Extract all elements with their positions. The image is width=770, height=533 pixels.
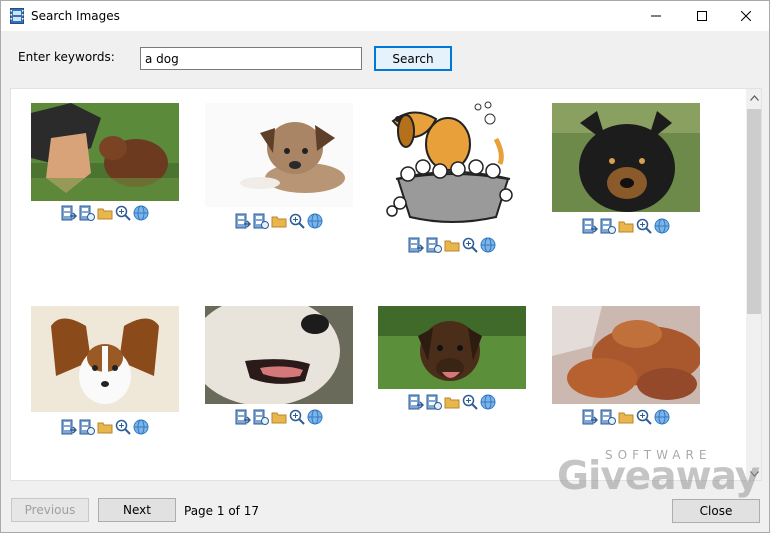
image-thumbnail[interactable] bbox=[205, 103, 353, 207]
keywords-label: Enter keywords: bbox=[18, 50, 115, 64]
save-copy-icon[interactable] bbox=[253, 213, 269, 229]
scroll-up-button[interactable] bbox=[746, 89, 761, 106]
save-copy-icon[interactable] bbox=[426, 237, 442, 253]
maximize-button[interactable] bbox=[679, 1, 725, 31]
results-panel bbox=[10, 88, 762, 481]
save-copy-icon[interactable] bbox=[426, 394, 442, 410]
zoom-icon[interactable] bbox=[115, 205, 131, 221]
zoom-icon[interactable] bbox=[115, 419, 131, 435]
image-thumbnail[interactable] bbox=[552, 103, 700, 212]
page-indicator: Page 1 of 17 bbox=[184, 504, 259, 518]
image-actions bbox=[235, 409, 323, 425]
save-to-file-icon[interactable] bbox=[408, 237, 424, 253]
zoom-icon[interactable] bbox=[636, 218, 652, 234]
save-to-file-icon[interactable] bbox=[61, 419, 77, 435]
close-button[interactable]: Close bbox=[672, 499, 760, 523]
open-folder-icon[interactable] bbox=[444, 394, 460, 410]
open-folder-icon[interactable] bbox=[97, 419, 113, 435]
open-folder-icon[interactable] bbox=[618, 218, 634, 234]
scrollbar-thumb[interactable] bbox=[747, 109, 761, 314]
zoom-icon[interactable] bbox=[636, 409, 652, 425]
image-actions bbox=[61, 205, 149, 221]
save-to-file-icon[interactable] bbox=[582, 409, 598, 425]
dog-photo-7 bbox=[378, 306, 526, 389]
web-icon[interactable] bbox=[654, 409, 670, 425]
image-thumbnail[interactable] bbox=[552, 306, 700, 404]
image-actions bbox=[235, 213, 323, 229]
open-folder-icon[interactable] bbox=[444, 237, 460, 253]
zoom-icon[interactable] bbox=[462, 237, 478, 253]
chevron-up-icon bbox=[750, 94, 759, 101]
image-actions bbox=[408, 394, 496, 410]
filmstrip-icon bbox=[10, 8, 24, 24]
chevron-down-icon bbox=[750, 470, 759, 477]
keywords-input[interactable] bbox=[140, 47, 362, 70]
image-actions bbox=[582, 218, 670, 234]
open-folder-icon[interactable] bbox=[271, 409, 287, 425]
save-to-file-icon[interactable] bbox=[408, 394, 424, 410]
next-button[interactable]: Next bbox=[98, 498, 176, 522]
zoom-icon[interactable] bbox=[462, 394, 478, 410]
zoom-icon[interactable] bbox=[289, 409, 305, 425]
open-folder-icon[interactable] bbox=[618, 409, 634, 425]
image-thumbnail[interactable] bbox=[31, 306, 179, 412]
dog-photo-4 bbox=[552, 103, 700, 212]
dog-photo-2 bbox=[205, 103, 353, 207]
window-title: Search Images bbox=[31, 9, 120, 23]
image-actions bbox=[408, 237, 496, 253]
close-window-button[interactable] bbox=[723, 1, 769, 31]
close-icon bbox=[741, 11, 751, 21]
image-thumbnail[interactable] bbox=[205, 306, 353, 404]
save-copy-icon[interactable] bbox=[253, 409, 269, 425]
save-to-file-icon[interactable] bbox=[235, 409, 251, 425]
image-actions bbox=[582, 409, 670, 425]
zoom-icon[interactable] bbox=[289, 213, 305, 229]
image-thumbnail[interactable] bbox=[378, 306, 526, 389]
dog-photo-5 bbox=[31, 306, 179, 412]
dog-cartoon-3 bbox=[378, 99, 526, 235]
web-icon[interactable] bbox=[480, 237, 496, 253]
scroll-down-button[interactable] bbox=[746, 465, 761, 480]
save-copy-icon[interactable] bbox=[79, 419, 95, 435]
web-icon[interactable] bbox=[654, 218, 670, 234]
dog-photo-8 bbox=[552, 306, 700, 404]
web-icon[interactable] bbox=[307, 213, 323, 229]
image-thumbnail[interactable] bbox=[31, 103, 179, 201]
save-copy-icon[interactable] bbox=[600, 218, 616, 234]
web-icon[interactable] bbox=[133, 419, 149, 435]
vertical-scrollbar[interactable] bbox=[746, 89, 761, 480]
save-to-file-icon[interactable] bbox=[235, 213, 251, 229]
open-folder-icon[interactable] bbox=[97, 205, 113, 221]
save-to-file-icon[interactable] bbox=[582, 218, 598, 234]
dog-photo-6 bbox=[205, 306, 353, 404]
image-thumbnail[interactable] bbox=[378, 99, 526, 235]
save-copy-icon[interactable] bbox=[600, 409, 616, 425]
image-grid bbox=[11, 89, 746, 480]
previous-button[interactable]: Previous bbox=[11, 498, 89, 522]
save-copy-icon[interactable] bbox=[79, 205, 95, 221]
maximize-icon bbox=[697, 11, 707, 21]
web-icon[interactable] bbox=[480, 394, 496, 410]
save-to-file-icon[interactable] bbox=[61, 205, 77, 221]
dog-photo-1 bbox=[31, 103, 179, 201]
minimize-icon bbox=[651, 15, 661, 17]
search-images-window: Search Images Enter keywords: Search bbox=[0, 0, 770, 533]
image-actions bbox=[61, 419, 149, 435]
search-button[interactable]: Search bbox=[374, 46, 452, 71]
web-icon[interactable] bbox=[307, 409, 323, 425]
web-icon[interactable] bbox=[133, 205, 149, 221]
open-folder-icon[interactable] bbox=[271, 213, 287, 229]
minimize-button[interactable] bbox=[633, 1, 679, 31]
title-bar: Search Images bbox=[1, 1, 769, 31]
